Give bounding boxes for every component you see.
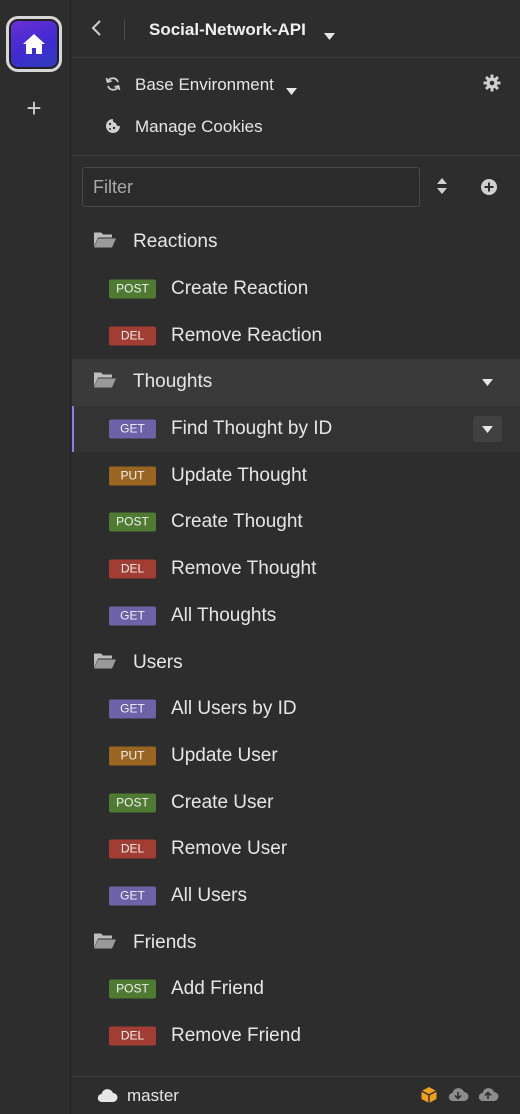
method-badge: DEL [109, 1026, 156, 1046]
method-badge: DEL [109, 326, 156, 346]
project-title[interactable]: Social-Network-API [149, 20, 306, 40]
folder-name: Users [133, 651, 183, 673]
refresh-icon [105, 76, 121, 97]
method-badge: GET [109, 606, 156, 626]
folder-row[interactable]: Reactions [72, 219, 520, 266]
request-row[interactable]: POST Add Friend [72, 966, 520, 1013]
cloud-upload-icon[interactable] [477, 1086, 499, 1107]
method-badge: DEL [109, 839, 156, 859]
package-box-icon[interactable] [420, 1086, 438, 1109]
manage-cookies-button[interactable]: Manage Cookies [72, 112, 520, 142]
folder-row[interactable]: Users [72, 639, 520, 686]
request-row[interactable]: GET All Users [72, 873, 520, 920]
method-badge: GET [109, 699, 156, 719]
request-name: All Thoughts [171, 604, 277, 626]
method-badge: POST [109, 793, 156, 813]
gear-icon[interactable] [483, 74, 501, 97]
cookie-icon [105, 118, 121, 139]
request-name: Update Thought [171, 464, 307, 486]
status-footer: master [72, 1076, 520, 1114]
sort-icon[interactable] [436, 177, 448, 200]
request-name: Remove Reaction [171, 324, 323, 346]
request-name: All Users [171, 884, 248, 906]
folder-name: Thoughts [133, 371, 213, 393]
folder-row[interactable]: Friends [72, 919, 520, 966]
request-row[interactable]: POST Create User [72, 779, 520, 826]
request-tree: Reactions POST Create Reaction DEL Remove Re… [72, 219, 520, 1059]
request-name: Remove Thought [171, 558, 317, 580]
environment-selector[interactable]: Base Environment [72, 70, 520, 100]
request-row[interactable]: DEL Remove Friend [72, 1013, 520, 1060]
request-row[interactable]: DEL Remove User [72, 826, 520, 873]
method-badge: PUT [109, 466, 156, 486]
request-name: Create Reaction [171, 278, 309, 300]
project-dropdown-caret-icon[interactable] [324, 27, 335, 45]
request-row[interactable]: PUT Update Thought [72, 452, 520, 499]
request-row[interactable]: GET All Users by ID [72, 686, 520, 733]
request-name: Create Thought [171, 511, 303, 533]
method-badge: GET [109, 886, 156, 906]
request-name: Remove Friend [171, 1025, 301, 1047]
method-badge: POST [109, 979, 156, 999]
environment-label: Base Environment [135, 75, 274, 94]
request-row[interactable]: PUT Update User [72, 733, 520, 780]
request-name: Add Friend [171, 978, 264, 1000]
method-badge: POST [109, 279, 156, 299]
request-row[interactable]: POST Create Thought [72, 499, 520, 546]
back-chevron-icon[interactable] [90, 18, 110, 40]
filter-input[interactable] [82, 167, 420, 207]
manage-cookies-label: Manage Cookies [135, 117, 263, 136]
request-row[interactable]: GET All Thoughts [72, 593, 520, 640]
request-row[interactable]: DEL Remove Thought [72, 546, 520, 593]
request-name: All Users by ID [171, 698, 297, 720]
header-separator [124, 19, 125, 40]
home-button[interactable] [6, 16, 62, 72]
sidebar-panel: Social-Network-API Base Environment Mana… [72, 0, 520, 1114]
app-rail: + [0, 0, 71, 1114]
folder-row[interactable]: Thoughts [72, 359, 520, 406]
request-row[interactable]: GET Find Thought by ID [72, 405, 520, 453]
cloud-icon [96, 1087, 118, 1108]
section-divider [72, 155, 520, 156]
home-icon [9, 19, 59, 69]
method-badge: POST [109, 512, 156, 532]
method-badge: PUT [109, 746, 156, 766]
method-badge: GET [109, 419, 156, 439]
request-name: Find Thought by ID [171, 418, 333, 440]
folder-name: Friends [133, 931, 197, 953]
folder-name: Reactions [133, 231, 218, 253]
add-request-plus-circle-icon[interactable] [480, 178, 498, 201]
cloud-download-icon[interactable] [447, 1086, 469, 1107]
request-row[interactable]: DEL Remove Reaction [72, 312, 520, 359]
environment-caret-icon [286, 82, 297, 100]
request-menu-caret-icon[interactable] [473, 416, 502, 443]
folder-open-icon [93, 371, 117, 394]
branch-name[interactable]: master [127, 1086, 179, 1106]
add-workspace-button[interactable]: + [22, 95, 46, 121]
folder-open-icon [93, 931, 117, 954]
method-badge: DEL [109, 559, 156, 579]
folder-open-icon [93, 231, 117, 254]
project-header: Social-Network-API [72, 0, 520, 58]
folder-open-icon [93, 651, 117, 674]
folder-caret-icon[interactable] [482, 373, 493, 391]
request-name: Remove User [171, 838, 288, 860]
request-name: Update User [171, 744, 278, 766]
request-row[interactable]: POST Create Reaction [72, 266, 520, 313]
request-name: Create User [171, 791, 274, 813]
